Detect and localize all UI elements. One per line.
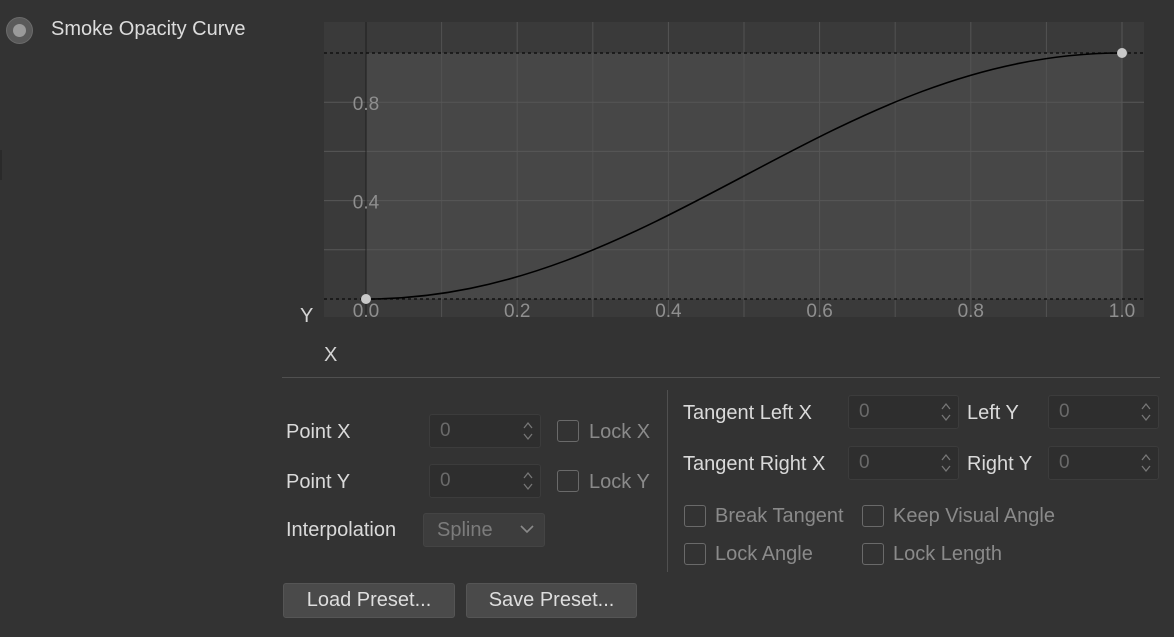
spin-arrows-icon[interactable] — [1140, 400, 1152, 424]
x-tick-label: 1.0 — [1109, 301, 1135, 322]
lock-angle-checkbox[interactable] — [684, 543, 706, 565]
break-tangent-label: Break Tangent — [715, 505, 844, 527]
left-y-value: 0 — [1059, 401, 1070, 422]
spin-arrows-icon[interactable] — [522, 469, 534, 493]
lock-y-label: Lock Y — [589, 471, 650, 493]
right-y-label: Right Y — [967, 453, 1033, 475]
interpolation-label: Interpolation — [286, 519, 397, 541]
point-x-value: 0 — [440, 420, 451, 441]
point-y-spinbox[interactable]: 0 — [429, 464, 541, 498]
curve-point-handle[interactable] — [1117, 48, 1127, 58]
lock-y-checkbox[interactable] — [557, 470, 579, 492]
spin-arrows-icon[interactable] — [940, 400, 952, 424]
lock-angle-label: Lock Angle — [715, 543, 813, 565]
keep-visual-angle-checkbox[interactable] — [862, 505, 884, 527]
tangent-left-x-spinbox[interactable]: 0 — [848, 395, 959, 429]
x-tick-label: 0.4 — [655, 301, 682, 322]
keep-visual-angle-label: Keep Visual Angle — [893, 505, 1055, 527]
left-edge-divider — [0, 150, 2, 180]
chevron-down-icon — [520, 525, 534, 534]
radio-button-icon[interactable] — [6, 17, 33, 44]
x-tick-label: 0.2 — [504, 301, 530, 322]
lock-x-checkbox[interactable] — [557, 420, 579, 442]
lock-length-label: Lock Length — [893, 543, 1002, 565]
right-y-value: 0 — [1059, 452, 1070, 473]
x-axis-letter: X — [324, 344, 338, 366]
tangent-left-x-value: 0 — [859, 401, 870, 422]
y-tick-label: 0.8 — [353, 94, 379, 115]
y-axis-letter: Y — [300, 305, 314, 327]
lock-x-label: Lock X — [589, 421, 651, 443]
point-y-value: 0 — [440, 470, 451, 491]
tangent-left-x-label: Tangent Left X — [683, 402, 812, 424]
x-tick-label: 0.6 — [806, 301, 832, 322]
spin-arrows-icon[interactable] — [522, 419, 534, 443]
interpolation-dropdown[interactable]: Spline — [423, 513, 545, 547]
tangent-right-x-value: 0 — [859, 452, 870, 473]
curve-point-handle[interactable] — [361, 294, 371, 304]
point-x-label: Point X — [286, 421, 351, 443]
point-x-spinbox[interactable]: 0 — [429, 414, 541, 448]
curve-graph[interactable]: 0.0 0.2 0.4 0.6 0.8 1.0 0.8 0.4 — [282, 0, 1162, 378]
break-tangent-checkbox[interactable] — [684, 505, 706, 527]
graph-separator — [282, 377, 1160, 378]
left-y-spinbox[interactable]: 0 — [1048, 395, 1159, 429]
tangent-right-x-label: Tangent Right X — [683, 453, 826, 475]
y-tick-label: 0.4 — [353, 193, 380, 214]
x-tick-label: 0.0 — [353, 301, 379, 322]
point-y-label: Point Y — [286, 471, 351, 493]
panel-divider — [667, 390, 668, 572]
section-title: Smoke Opacity Curve — [51, 18, 246, 40]
spin-arrows-icon[interactable] — [940, 451, 952, 475]
spin-arrows-icon[interactable] — [1140, 451, 1152, 475]
load-preset-button[interactable]: Load Preset... — [283, 583, 455, 618]
left-y-label: Left Y — [967, 402, 1019, 424]
right-y-spinbox[interactable]: 0 — [1048, 446, 1159, 480]
lock-length-checkbox[interactable] — [862, 543, 884, 565]
x-tick-label: 0.8 — [958, 301, 984, 322]
save-preset-button[interactable]: Save Preset... — [466, 583, 637, 618]
tangent-right-x-spinbox[interactable]: 0 — [848, 446, 959, 480]
interpolation-value: Spline — [437, 519, 493, 541]
